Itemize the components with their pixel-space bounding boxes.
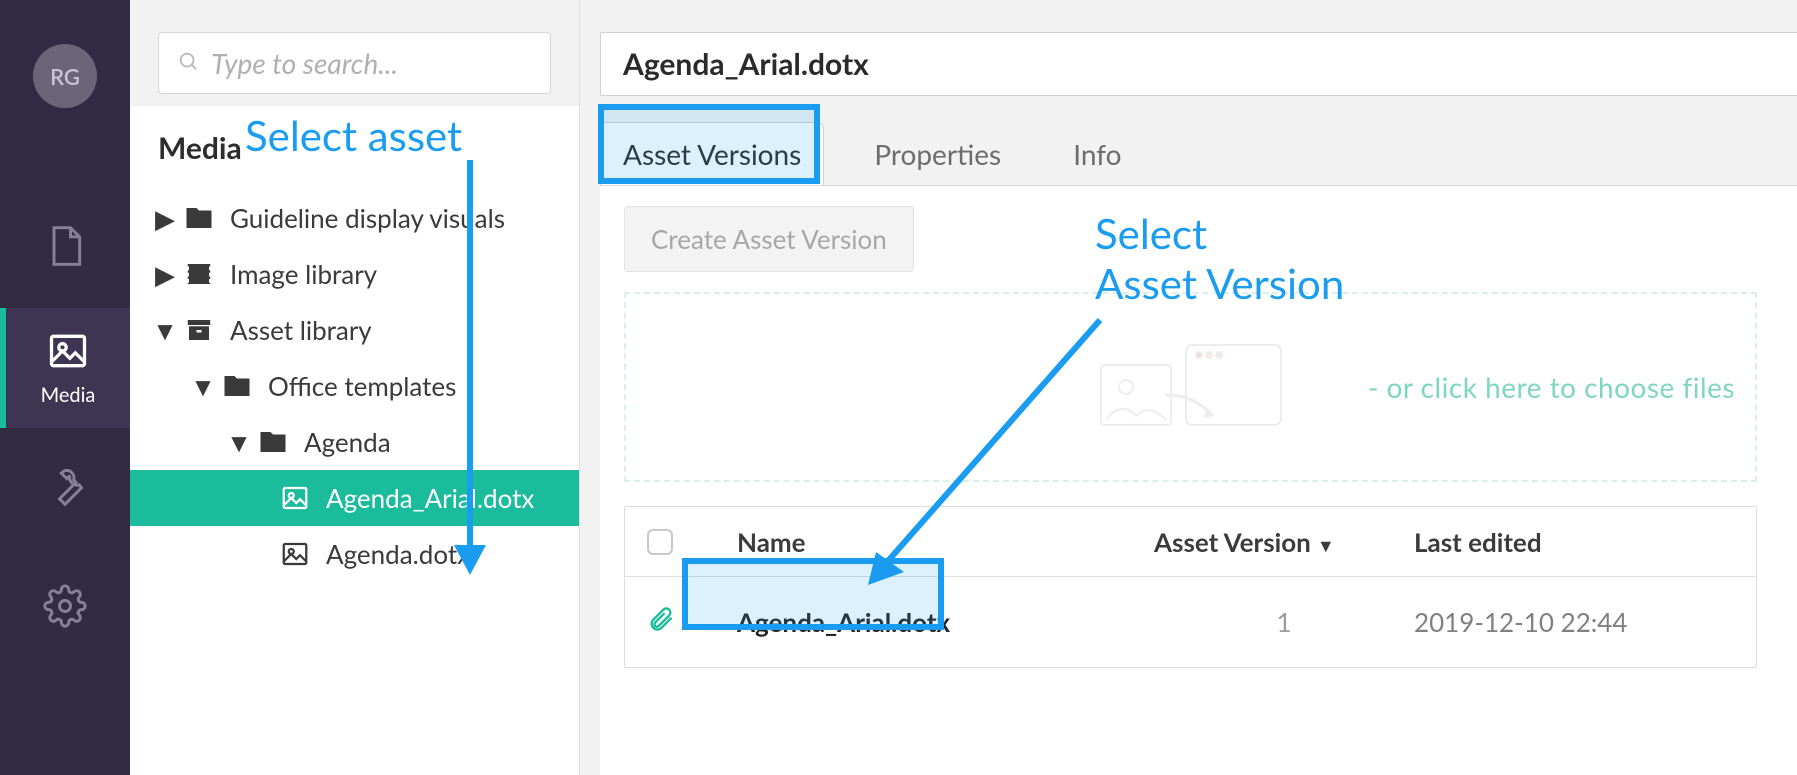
- tree-node-label: Agenda.dotx: [326, 538, 470, 570]
- image-file-icon: [280, 483, 310, 513]
- caret-down-icon: ▼: [232, 435, 246, 449]
- left-nav-rail: RG Media: [0, 0, 130, 775]
- tree-node-agenda[interactable]: ▼ Agenda: [130, 414, 579, 470]
- asset-title: Agenda_Arial.dotx: [600, 32, 1797, 96]
- col-version[interactable]: Asset Version▼: [1154, 526, 1414, 558]
- tree-node-label: Agenda: [304, 426, 391, 458]
- rail-item-media[interactable]: Media: [0, 308, 130, 428]
- table-header: Name Asset Version▼ Last edited: [625, 507, 1756, 577]
- image-icon: [46, 329, 90, 377]
- caret-right-icon: ▶: [158, 267, 172, 281]
- folder-icon: [184, 203, 214, 233]
- search-input-wrap[interactable]: [158, 32, 551, 94]
- tree-sidebar: Media ▶ Guideline display visuals ▶ Imag…: [130, 0, 580, 775]
- tree-node-image-library[interactable]: ▶ Image library: [130, 246, 579, 302]
- media-tree: Media ▶ Guideline display visuals ▶ Imag…: [130, 106, 579, 775]
- dropzone-illustration-icon: [1091, 325, 1291, 449]
- attachment-icon: [647, 605, 737, 639]
- folder-icon: [258, 427, 288, 457]
- tab-properties[interactable]: Properties: [852, 123, 1023, 185]
- search-icon: [177, 50, 211, 76]
- file-dropzone[interactable]: - or click here to choose files: [624, 292, 1757, 482]
- row-name: Agenda_Arial.dotx: [737, 606, 950, 638]
- tab-info[interactable]: Info: [1051, 123, 1143, 185]
- dropzone-hint: - or click here to choose files: [1368, 370, 1735, 404]
- rail-item-tools[interactable]: [0, 428, 130, 548]
- tree-node-office-templates[interactable]: ▼ Office templates: [130, 358, 579, 414]
- rail-item-documents[interactable]: [0, 188, 130, 308]
- document-icon: [43, 224, 87, 272]
- tree-node-guideline-visuals[interactable]: ▶ Guideline display visuals: [130, 190, 579, 246]
- rail-item-settings[interactable]: [0, 548, 130, 668]
- tree-heading: Media: [130, 130, 579, 190]
- tree-node-label: Image library: [230, 258, 377, 290]
- search-input[interactable]: [211, 46, 532, 80]
- tree-node-agenda-dotx[interactable]: Agenda.dotx: [130, 526, 579, 582]
- film-icon: [184, 259, 214, 289]
- caret-right-icon: ▶: [158, 211, 172, 225]
- sort-desc-icon: ▼: [1317, 534, 1335, 556]
- tree-node-label: Agenda_Arial.dotx: [326, 482, 534, 514]
- tree-node-label: Asset library: [230, 314, 372, 346]
- tab-bar: Asset Versions Properties Info: [600, 122, 1797, 185]
- caret-down-icon: ▼: [196, 379, 210, 393]
- row-edited: 2019-12-10 22:44: [1414, 606, 1734, 638]
- col-name[interactable]: Name: [737, 526, 1154, 558]
- col-edited[interactable]: Last edited: [1414, 526, 1734, 558]
- versions-table: Name Asset Version▼ Last edited Agenda_A…: [624, 506, 1757, 668]
- image-file-icon: [280, 539, 310, 569]
- main-panel: Agenda_Arial.dotx Asset Versions Propert…: [580, 0, 1797, 775]
- avatar[interactable]: RG: [33, 44, 97, 108]
- tree-node-asset-library[interactable]: ▼ Asset library: [130, 302, 579, 358]
- tree-node-label: Office templates: [268, 370, 456, 402]
- archive-icon: [184, 315, 214, 345]
- caret-down-icon: ▼: [158, 323, 172, 337]
- tree-node-agenda-arial[interactable]: Agenda_Arial.dotx: [130, 470, 579, 526]
- table-row[interactable]: Agenda_Arial.dotx 1 2019-12-10 22:44: [625, 577, 1756, 667]
- row-version: 1: [1154, 606, 1414, 638]
- rail-item-label: Media: [41, 383, 96, 407]
- gear-icon: [43, 584, 87, 632]
- tab-asset-versions[interactable]: Asset Versions: [600, 122, 824, 185]
- create-asset-version-button[interactable]: Create Asset Version: [624, 206, 914, 272]
- folder-icon: [222, 371, 252, 401]
- tree-node-label: Guideline display visuals: [230, 202, 505, 234]
- wrench-icon: [43, 464, 87, 512]
- select-all-checkbox[interactable]: [647, 529, 673, 555]
